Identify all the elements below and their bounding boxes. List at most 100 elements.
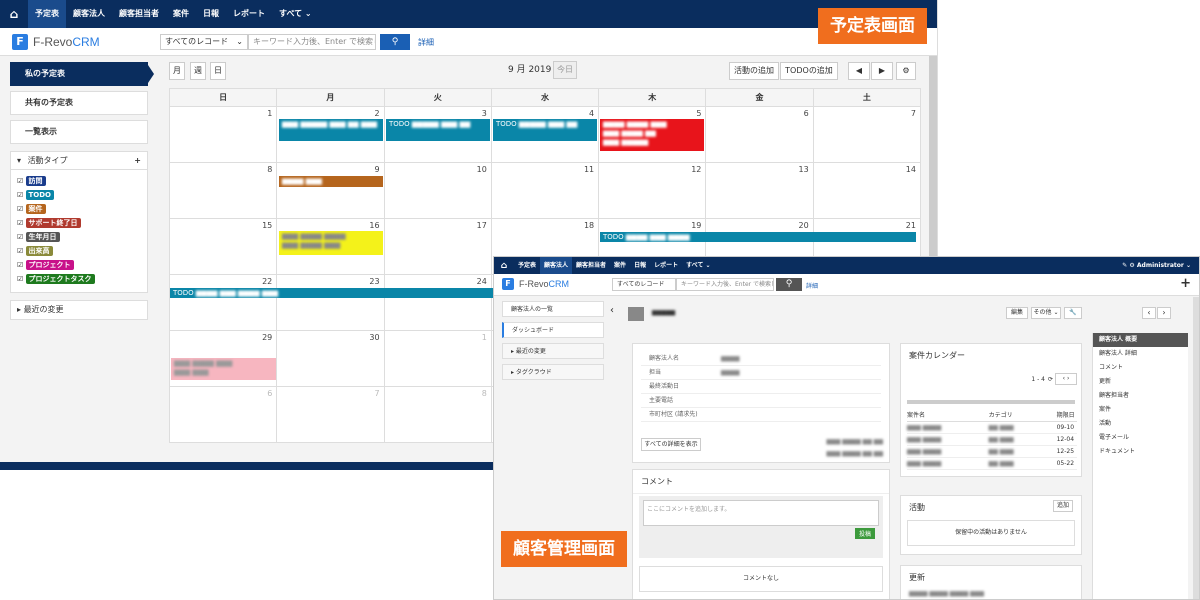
add-icon[interactable]: + [1180,276,1191,291]
shared-calendar-button[interactable]: 共有の予定表 [10,91,148,115]
calendar-event[interactable]: TODO ▆▆▆▆▆ ▆▆▆ ▆▆ [386,119,490,141]
activity-type-item[interactable]: ☑ 生年月日 [17,230,141,244]
left-menu-item[interactable]: ダッシュボード [502,322,604,338]
nav-calendar[interactable]: 予定表 [28,0,66,28]
day-view-button[interactable]: 日 [210,62,226,80]
calendar-day[interactable]: 22 [170,275,278,331]
calendar-event[interactable]: ▆▆▆▆ ▆▆▆ [279,176,383,187]
deal-row[interactable]: ▆▆▆ ▆▆▆▆ ▆▆ ▆▆▆ 12-04 [907,434,1077,446]
nav-reports[interactable]: レポート [650,257,682,274]
activity-type-item[interactable]: ☑ サポート終了日 [17,216,141,230]
record-select[interactable]: すべてのレコード [612,278,676,291]
add-todo-button[interactable]: TODOの追加 [780,62,838,80]
post-button[interactable]: 投稿 [854,528,875,539]
related-link[interactable]: ドキュメント [1093,445,1188,459]
related-link[interactable]: 電子メール [1093,431,1188,445]
activity-type-item[interactable]: ☑ プロジェクト [17,258,141,272]
collapse-icon[interactable]: ‹ [610,305,614,316]
calendar-event[interactable]: ▆▆▆ ▆▆▆▆ ▆▆▆▆ ▆▆▆ ▆▆▆▆ ▆▆▆ [279,231,383,255]
deal-row[interactable]: ▆▆▆ ▆▆▆▆ ▆▆ ▆▆▆ 12-25 [907,446,1077,458]
checkbox-icon[interactable]: ☑ [17,219,26,227]
week-view-button[interactable]: 週 [190,62,206,80]
nav-reports[interactable]: レポート [226,0,272,28]
calendar-day[interactable]: 1 [384,331,492,387]
checkbox-icon[interactable]: ☑ [17,261,26,269]
calendar-day[interactable]: 1 [170,107,278,163]
prev-month-button[interactable]: ◀ [848,62,870,80]
detail-search-link[interactable]: 詳細 [418,37,434,48]
nav-contacts[interactable]: 顧客担当者 [112,0,166,28]
refresh-icon[interactable]: ⟳ [1048,376,1053,383]
calendar-day[interactable]: 12 [599,163,707,219]
admin-menu[interactable]: ✎ ⚙ Administrator ⌄ [1122,262,1199,269]
calendar-day[interactable]: 13 [706,163,814,219]
calendar-event[interactable]: ▆▆▆ ▆▆▆▆▆ ▆▆▆ ▆▆ ▆▆▆ [279,119,383,141]
add-activity-button[interactable]: 追加 [1053,500,1073,512]
activity-type-item[interactable]: ☑ TODO [17,188,141,202]
calendar-event[interactable]: ▆▆▆▆ ▆▆▆▆ ▆▆▆ ▆▆▆ ▆▆▆▆ ▆▆ ▆▆▆ ▆▆▆▆▆ [600,119,704,151]
calendar-event[interactable]: TODO ▆▆▆▆▆ ▆▆▆ ▆▆ [493,119,597,141]
add-activity-button[interactable]: 活動の追加 [729,62,779,80]
calendar-event[interactable]: TODO ▆▆▆▆ ▆▆▆ ▆▆▆▆ ▆▆▆ [170,288,493,298]
activity-type-item[interactable]: ☑ 案件 [17,202,141,216]
nav-accounts[interactable]: 顧客法人 [66,0,112,28]
nav-daily-report[interactable]: 日報 [196,0,226,28]
recent-changes-panel[interactable]: ▸ 最近の変更 [10,300,148,320]
horizontal-scrollbar[interactable] [907,400,1075,404]
show-all-details-button[interactable]: すべての詳細を表示 [641,438,701,451]
add-icon[interactable]: + [134,152,141,170]
next-record-button[interactable]: › [1157,307,1171,319]
deal-pager-buttons[interactable]: ‹ › [1055,373,1077,385]
calendar-day[interactable]: 23 [277,275,385,331]
tools-button[interactable]: 🔧 [1064,307,1082,319]
search-button[interactable]: ⚲ [776,278,802,291]
checkbox-icon[interactable]: ☑ [17,275,26,283]
home-icon[interactable]: ⌂ [0,7,28,21]
nav-calendar[interactable]: 予定表 [514,257,540,274]
calendar-day[interactable]: 10 [384,163,492,219]
related-link[interactable]: コメント [1093,361,1188,375]
checkbox-icon[interactable]: ☑ [17,177,26,185]
nav-daily-report[interactable]: 日報 [630,257,650,274]
related-link[interactable]: 活動 [1093,417,1188,431]
calendar-day[interactable]: 11 [491,163,600,219]
activity-type-item[interactable]: ☑ プロジェクトタスク [17,272,141,286]
my-calendar-button[interactable]: 私の予定表 [10,62,148,86]
related-link[interactable]: 更新 [1093,375,1188,389]
activity-type-item[interactable]: ☑ 訪問 [17,174,141,188]
nav-all[interactable]: すべて ⌄ [682,257,714,274]
calendar-day[interactable]: 8 [170,163,278,219]
checkbox-icon[interactable]: ☑ [17,205,26,213]
nav-all[interactable]: すべて ⌄ [272,0,319,28]
search-input[interactable]: キーワード入力後、Enter で検索し [248,34,376,50]
nav-deals[interactable]: 案件 [610,257,630,274]
calendar-day[interactable]: 7 [813,107,921,163]
checkbox-icon[interactable]: ☑ [17,233,26,241]
prev-record-button[interactable]: ‹ [1142,307,1156,319]
related-link[interactable]: 顧客担当者 [1093,389,1188,403]
next-month-button[interactable]: ▶ [871,62,893,80]
search-input[interactable]: キーワード入力後、Enter で検索し [676,278,774,291]
calendar-day[interactable]: 30 [277,331,385,387]
chevron-down-icon[interactable]: ▾ [17,156,21,165]
calendar-day[interactable]: 14 [813,163,921,219]
nav-accounts[interactable]: 顧客法人 [540,257,573,274]
scrollbar[interactable] [1193,297,1199,599]
today-button[interactable]: 今日 [553,61,577,79]
left-menu-item[interactable]: 顧客法人の一覧 [502,301,604,317]
calendar-day[interactable]: 15 [170,219,278,275]
calendar-day[interactable]: 8 [384,387,492,443]
calendar-day[interactable]: 6 [706,107,814,163]
calendar-day[interactable]: 9 [277,163,385,219]
checkbox-icon[interactable]: ☑ [17,191,26,199]
nav-contacts[interactable]: 顧客担当者 [572,257,610,274]
related-link[interactable]: 案件 [1093,403,1188,417]
calendar-event[interactable]: TODO ▆▆▆▆ ▆▆▆ ▆▆▆▆ [600,232,916,242]
home-icon[interactable]: ⌂ [494,261,514,271]
edit-button[interactable]: 編集 [1006,307,1028,319]
calendar-event[interactable]: ▆▆▆ ▆▆▆▆ ▆▆▆ ▆▆▆ ▆▆▆ [171,358,276,380]
nav-deals[interactable]: 案件 [166,0,196,28]
calendar-day[interactable]: 6 [170,387,278,443]
comment-input[interactable]: ここにコメントを追加します。 [643,500,879,526]
month-view-button[interactable]: 月 [169,62,185,80]
